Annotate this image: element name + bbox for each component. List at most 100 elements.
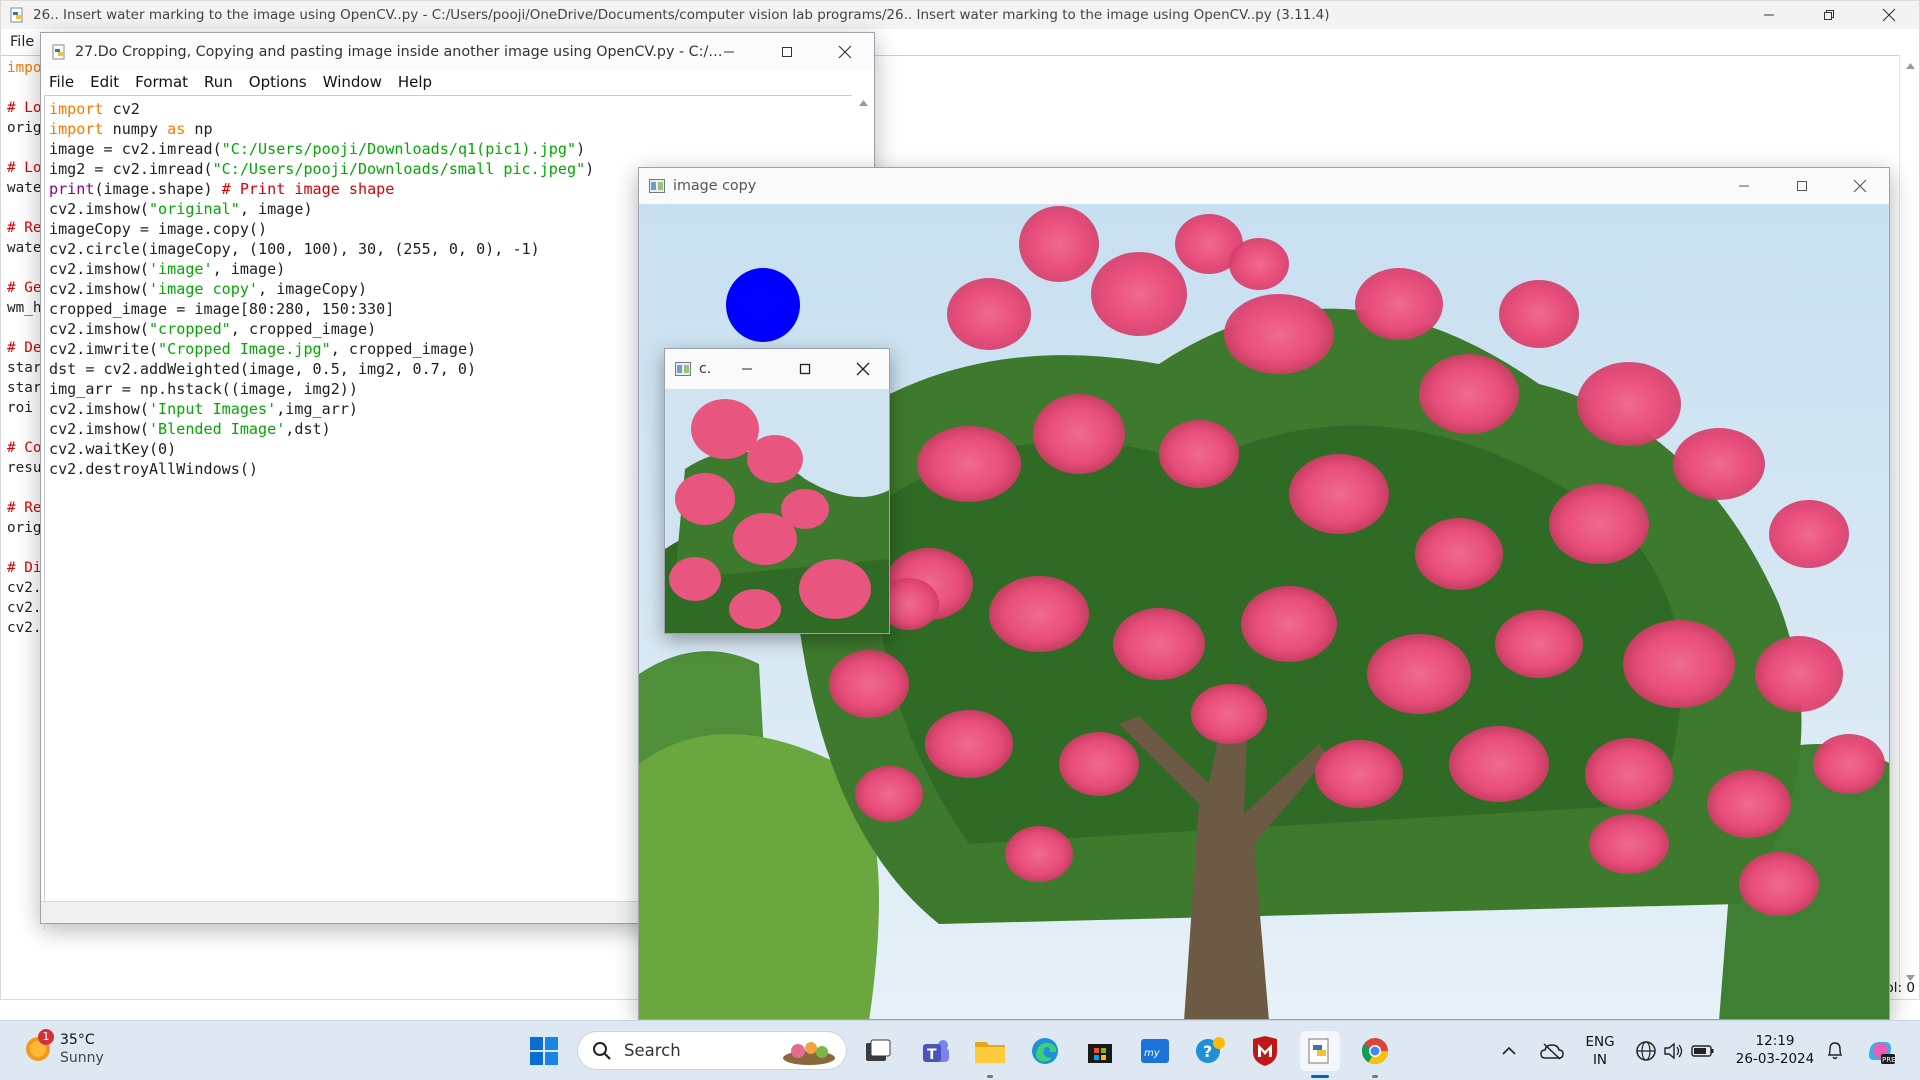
- copilot-button[interactable]: PRE: [1860, 1031, 1900, 1071]
- maximize-button[interactable]: [1773, 168, 1831, 204]
- cropped-image-display: [665, 389, 889, 633]
- maximize-icon: [782, 46, 792, 57]
- minimize-button[interactable]: [700, 33, 758, 70]
- code-line: import numpy as np: [49, 119, 852, 139]
- code-token: 'Blended Image': [148, 420, 286, 438]
- minimize-icon: [1764, 14, 1774, 16]
- code-token: cv2.imshow(: [49, 260, 149, 278]
- code-token: , image): [212, 260, 286, 278]
- maximize-button[interactable]: [783, 349, 827, 389]
- task-view-button[interactable]: [858, 1031, 898, 1071]
- code-token: 'image': [148, 260, 213, 278]
- code-token: cv2.imshow(: [49, 420, 149, 438]
- svg-text:?: ?: [1203, 1042, 1212, 1061]
- close-icon: [856, 362, 870, 376]
- close-icon: [1853, 179, 1867, 193]
- code-token: dst = cv2.addWeighted(image, 0.5, img2, …: [49, 360, 477, 378]
- code-token: print: [49, 180, 95, 198]
- code-token: cv2.imshow(: [49, 280, 149, 298]
- code-token: cv2: [103, 100, 140, 118]
- windows-logo-icon: [530, 1037, 558, 1065]
- teams-button[interactable]: T: [916, 1031, 956, 1071]
- edge-button[interactable]: [1025, 1031, 1065, 1071]
- chrome-button[interactable]: [1355, 1031, 1395, 1078]
- code-token: "Cropped Image.jpg": [158, 340, 331, 358]
- idle-python-button[interactable]: [1300, 1031, 1340, 1078]
- menu-help[interactable]: Help: [398, 73, 432, 95]
- opencv-window-icon: [675, 362, 691, 376]
- background-window-titlebar[interactable]: 26.. Insert water marking to the image u…: [1, 1, 1919, 29]
- teams-icon: T: [923, 1040, 949, 1063]
- code-token: 'image copy': [148, 280, 259, 298]
- blue-circle: [726, 268, 800, 342]
- close-button[interactable]: [816, 33, 874, 70]
- menu-run[interactable]: Run: [204, 73, 233, 95]
- image-window-titlebar[interactable]: image copy: [639, 168, 1889, 204]
- code-token: ,dst): [285, 420, 331, 438]
- notifications-button[interactable]: [1820, 1031, 1850, 1071]
- code-line: image = cv2.imread("C:/Users/pooji/Downl…: [49, 139, 852, 159]
- code-token: , imageCopy): [258, 280, 368, 298]
- taskbar-search[interactable]: Search: [577, 1031, 847, 1070]
- weather-widget[interactable]: 1 35°C Sunny: [24, 1029, 104, 1067]
- tips-button[interactable]: ?: [1190, 1031, 1230, 1071]
- language-indicator[interactable]: ENG IN: [1580, 1033, 1620, 1069]
- idle-menubar: File Edit Format Run Options Window Help: [41, 70, 874, 95]
- mylip-button[interactable]: my: [1135, 1031, 1175, 1071]
- volume-icon: [1664, 1042, 1683, 1060]
- store-icon: [1088, 1044, 1112, 1063]
- menu-file[interactable]: File: [49, 73, 74, 95]
- code-token: img_arr = np.hstack((image, img2)): [49, 380, 358, 398]
- show-hidden-icons-button[interactable]: [1494, 1031, 1524, 1071]
- maximize-icon: [799, 363, 811, 375]
- menu-edit[interactable]: Edit: [90, 73, 119, 95]
- vertical-scrollbar[interactable]: [1899, 55, 1919, 991]
- onedrive-button[interactable]: [1535, 1031, 1569, 1071]
- code-token: "C:/Users/pooji/Downloads/small pic.jpeg…: [212, 160, 586, 178]
- code-token: cropped_image = image[80:280, 150:330]: [49, 300, 395, 318]
- minimize-button[interactable]: [1739, 1, 1799, 29]
- menu-file[interactable]: File: [10, 34, 34, 50]
- code-token: img2 = cv2.imread(: [49, 160, 213, 178]
- microsoft-store-button[interactable]: [1080, 1031, 1120, 1071]
- restore-icon: [1824, 10, 1834, 20]
- menu-window[interactable]: Window: [323, 73, 382, 95]
- minimize-button[interactable]: [725, 349, 769, 389]
- folder-icon: [975, 1042, 1005, 1063]
- code-token: ): [576, 140, 586, 158]
- code-token: # Print image shape: [221, 180, 395, 198]
- code-token: image = cv2.imread(: [49, 140, 222, 158]
- code-token: , cropped_image): [230, 320, 377, 338]
- clock[interactable]: 12:19 26-03-2024: [1730, 1032, 1820, 1068]
- search-label: Search: [624, 1041, 681, 1060]
- minimize-button[interactable]: [1715, 168, 1773, 204]
- maximize-button[interactable]: [758, 33, 816, 70]
- minimize-icon: [1739, 185, 1749, 187]
- file-explorer-button[interactable]: [970, 1031, 1010, 1078]
- code-token: cv2.waitKey(0): [49, 440, 177, 458]
- code-token: np: [185, 120, 213, 138]
- code-token: ,img_arr): [276, 400, 358, 418]
- close-button[interactable]: [841, 349, 885, 389]
- cropped-window[interactable]: c.: [664, 348, 890, 634]
- chevron-up-icon: [1502, 1046, 1516, 1055]
- menu-format[interactable]: Format: [135, 73, 188, 95]
- close-icon: [1882, 8, 1896, 22]
- quick-settings-button[interactable]: [1630, 1031, 1720, 1071]
- restore-button[interactable]: [1799, 1, 1859, 29]
- menu-options[interactable]: Options: [249, 73, 307, 95]
- mcafee-shield-icon: [1253, 1036, 1277, 1066]
- code-token: 'Input Images': [148, 400, 277, 418]
- start-button[interactable]: [524, 1031, 564, 1071]
- code-token: "original": [148, 200, 240, 218]
- code-token: (image.shape): [94, 180, 222, 198]
- code-token: imageCopy = image.copy(): [49, 220, 268, 238]
- taskbar: 1 35°C Sunny Search T my ? ENG IN 12:19 …: [0, 1020, 1920, 1080]
- close-button[interactable]: [1859, 1, 1919, 29]
- search-highlight-art-icon: [783, 1042, 835, 1065]
- mcafee-button[interactable]: [1245, 1031, 1285, 1071]
- svg-text:T: T: [927, 1047, 937, 1063]
- close-button[interactable]: [1831, 168, 1889, 204]
- cloud-offline-icon: [1540, 1043, 1564, 1060]
- svg-text:PRE: PRE: [1882, 1056, 1895, 1064]
